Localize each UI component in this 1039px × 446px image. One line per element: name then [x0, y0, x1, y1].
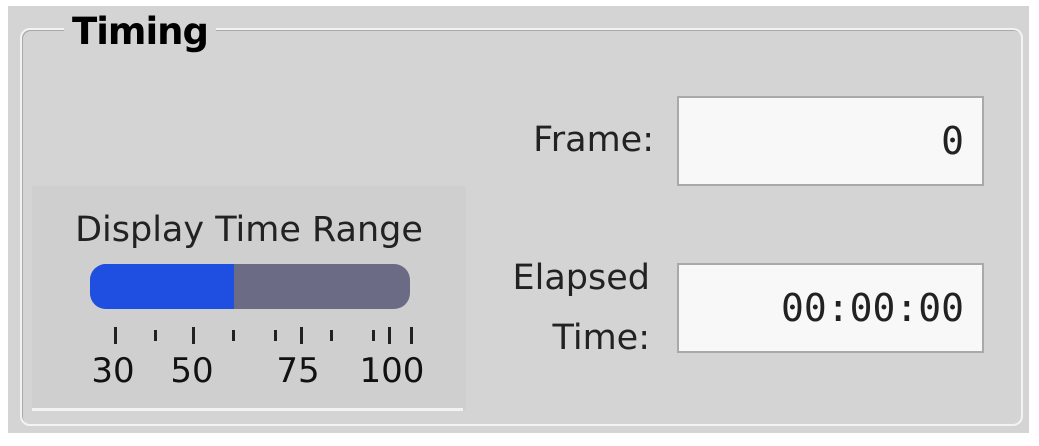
range-divider: [32, 408, 463, 411]
display-time-range-label: Display Time Range: [75, 210, 423, 250]
slider-tick: [330, 330, 333, 341]
frame-field[interactable]: 0: [677, 96, 984, 186]
time-range-slider[interactable]: [90, 264, 410, 309]
tick-label-30: 30: [91, 351, 135, 391]
slider-tick: [192, 327, 195, 344]
elapsed-label-line1: Elapsed: [512, 258, 651, 298]
frame-label: Frame:: [533, 120, 654, 160]
slider-tick: [300, 327, 303, 344]
slider-tick: [114, 327, 117, 344]
tick-label-75: 75: [276, 351, 320, 391]
elapsed-time-field[interactable]: 00:00:00: [677, 263, 984, 353]
display-time-range: Display Time Range 30 50 75 100: [32, 186, 466, 411]
group-title: Timing: [64, 6, 216, 58]
slider-fill: [90, 264, 234, 309]
timing-panel: Timing Display Time Range 30 50 75 100 F…: [8, 6, 1029, 433]
slider-tick: [232, 330, 235, 341]
slider-tick: [274, 330, 277, 341]
slider-tick: [388, 327, 391, 344]
tick-label-50: 50: [170, 351, 214, 391]
slider-tick: [410, 327, 413, 344]
elapsed-label-line2: Time:: [552, 318, 650, 358]
tick-label-100: 100: [359, 351, 425, 391]
slider-tick: [154, 330, 157, 341]
slider-tick: [372, 330, 375, 341]
